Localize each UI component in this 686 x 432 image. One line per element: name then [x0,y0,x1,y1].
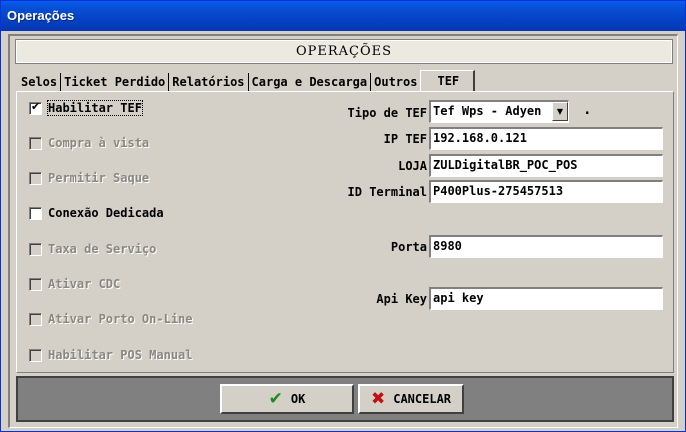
api-key-label: Api Key [376,292,427,306]
checkbox-box[interactable] [29,206,42,220]
loja-input[interactable]: ZULDigitalBR_POC_POS [429,154,663,177]
tab-carga-descarga[interactable]: Carga e Descarga [249,73,372,91]
ok-button[interactable]: ✔ OK [220,384,354,414]
porta-input[interactable]: 8980 [429,235,663,258]
tef-tab-panel: Habilitar TEF Compra à vista Permitir Sa… [16,91,674,373]
checkbox-box[interactable] [29,242,42,256]
window-title: Operações [7,8,75,23]
checkbox-label: Compra à vista [48,136,150,150]
tipo-tef-value: Tef Wps - Adyen [433,104,542,118]
cancel-button[interactable]: ✖ CANCELAR [358,384,464,414]
tab-tef[interactable]: TEF [420,70,476,92]
checkbox-box[interactable] [29,348,42,362]
tipo-tef-suffix: . [583,102,592,118]
operacoes-window: Operações OPERAÇÕES Selos Ticket Perdido… [0,0,686,432]
checkbox-box[interactable] [29,312,42,326]
checkbox-box[interactable] [29,136,42,150]
page-title: OPERAÇÕES [15,39,673,64]
ip-tef-input[interactable]: 192.168.0.121 [429,127,663,150]
tab-outros[interactable]: Outros [371,73,420,91]
tab-ticket-perdido[interactable]: Ticket Perdido [61,73,170,91]
porta-label: Porta [390,240,427,254]
checkbox-label: Taxa de Serviço [48,242,157,256]
tab-relatorios[interactable]: Relatórios [169,73,249,91]
checkbox-label: Ativar Porto On-Line [48,312,193,326]
checkbox-ativar-porto-online[interactable]: Ativar Porto On-Line [29,311,193,327]
checkbox-label: Ativar CDC [48,277,121,291]
checkbox-label: Conexão Dedicada [48,206,164,220]
checkbox-ativar-cdc[interactable]: Ativar CDC [29,276,120,292]
loja-label: LOJA [398,159,427,173]
ok-button-label: OK [290,392,306,406]
cancel-button-label: CANCELAR [393,392,452,406]
checkbox-conexao-dedicada[interactable]: Conexão Dedicada [29,205,164,221]
checkbox-habilitar-tef[interactable]: Habilitar TEF [29,100,143,116]
button-bar: ✔ OK ✖ CANCELAR [16,376,674,422]
tipo-tef-select[interactable]: Tef Wps - Adyen ▼ [429,100,569,123]
api-key-input[interactable]: api key [429,287,663,310]
checkbox-habilitar-pos-manual[interactable]: Habilitar POS Manual [29,347,193,363]
check-icon: ✔ [268,389,283,409]
checkbox-label: Habilitar TEF [47,100,143,116]
checkbox-label: Habilitar POS Manual [48,348,193,362]
checkbox-box[interactable] [29,100,42,115]
checkbox-label: Permitir Saque [48,171,150,185]
checkbox-box[interactable] [29,277,42,291]
checkbox-taxa-de-servico[interactable]: Taxa de Serviço [29,241,156,257]
main-frame: OPERAÇÕES Selos Ticket Perdido Relatório… [8,34,678,428]
checkbox-box[interactable] [29,171,42,185]
id-terminal-label: ID Terminal [347,185,427,199]
ip-tef-label: IP TEF [383,132,427,146]
tab-selos[interactable]: Selos [18,73,62,91]
chevron-down-icon[interactable]: ▼ [552,102,568,121]
tab-strip: Selos Ticket Perdido Relatórios Carga e … [18,69,476,92]
tipo-tef-label: Tipo de TEF [347,106,427,120]
checkbox-compra-a-vista[interactable]: Compra à vista [29,135,149,151]
id-terminal-input[interactable]: P400Plus-275457513 [429,180,663,203]
checkbox-permitir-saque[interactable]: Permitir Saque [29,170,149,186]
title-bar[interactable]: Operações [1,1,685,31]
x-icon: ✖ [370,389,386,409]
